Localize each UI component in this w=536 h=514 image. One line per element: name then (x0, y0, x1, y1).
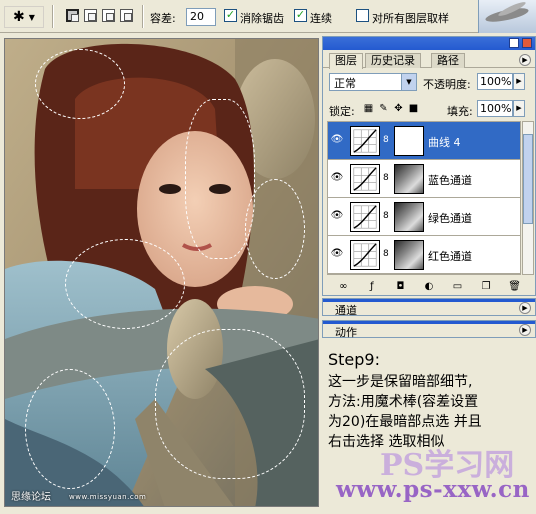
layer-mask-thumbnail[interactable] (394, 164, 424, 194)
magic-wand-icon: ✱ (13, 9, 25, 25)
palette-menu-icon[interactable]: ▶ (519, 54, 531, 66)
minimize-icon[interactable] (509, 38, 519, 48)
tolerance-label: 容差: (150, 12, 176, 25)
tolerance-input[interactable]: 20 (186, 8, 216, 26)
tab-layers[interactable]: 图层 (329, 53, 363, 69)
add-to-selection-mode-icon[interactable] (84, 9, 97, 22)
contiguous-label: 连续 (310, 12, 332, 25)
curves-adjustment-icon (350, 126, 380, 156)
layers-scrollbar[interactable] (522, 121, 534, 275)
forum-watermark: 思缘论坛 (11, 492, 51, 503)
eye-icon[interactable]: 👁 (330, 171, 344, 185)
palette-footer: ∞ ƒ ◘ ◐ ▭ ❐ 🗑 (323, 277, 535, 295)
palette-menu-icon[interactable]: ▶ (519, 324, 531, 336)
lock-pixels-icon[interactable]: ✎ (378, 103, 389, 114)
intersect-selection-mode-icon[interactable] (120, 9, 133, 22)
subtract-from-selection-mode-icon[interactable] (102, 9, 115, 22)
selection-outline (155, 329, 305, 479)
lock-all-icon[interactable]: ■ (408, 103, 419, 114)
eye-icon[interactable]: 👁 (330, 133, 344, 147)
curves-adjustment-icon (350, 202, 380, 232)
antialias-label: 消除锯齿 (240, 12, 284, 25)
fill-input[interactable]: 100% (477, 100, 513, 117)
sample-all-layers-checkbox[interactable] (356, 9, 369, 22)
blend-mode-select[interactable]: 正常 ▼ (329, 73, 417, 91)
fill-label: 填充: (447, 105, 473, 118)
opacity-label: 不透明度: (423, 78, 471, 91)
selection-outline (25, 369, 115, 489)
layer-row[interactable]: 👁 8 红色通道 (328, 236, 520, 274)
layer-name[interactable]: 红色通道 (428, 248, 472, 264)
add-mask-icon[interactable]: ◘ (393, 281, 407, 292)
layer-name[interactable]: 曲线 4 (428, 134, 461, 150)
instruction-text: Step9: 这一步是保留暗部细节, 方法:用魔术棒(容差设置 为20)在最暗部… (328, 350, 534, 452)
scrollbar-thumb[interactable] (523, 134, 533, 224)
contiguous-checkbox[interactable]: ✓ (294, 9, 307, 22)
lock-label: 锁定: (329, 105, 355, 118)
divider (142, 5, 144, 28)
tab-paths[interactable]: 路径 (431, 53, 465, 68)
new-adjustment-layer-icon[interactable]: ◐ (422, 281, 436, 292)
layer-row[interactable]: 👁 8 蓝色通道 (328, 160, 520, 198)
brush-preset-box[interactable] (478, 0, 536, 33)
layer-mask-thumbnail[interactable] (394, 126, 424, 156)
layer-row[interactable]: 👁 8 绿色通道 (328, 198, 520, 236)
link-layers-icon[interactable]: ∞ (336, 281, 350, 292)
chevron-down-icon: ▼ (401, 74, 416, 90)
instruction-line: 方法:用魔术棒(容差设置 (328, 394, 479, 410)
fill-arrow-icon[interactable]: ▶ (513, 100, 525, 117)
link-icon[interactable]: 8 (383, 135, 389, 145)
selection-outline (65, 239, 185, 329)
channels-palette[interactable]: 通道 ▶ (322, 298, 536, 318)
opacity-arrow-icon[interactable]: ▶ (513, 73, 525, 90)
step-title: Step9: (328, 350, 380, 369)
layer-row[interactable]: 👁 8 曲线 4 (328, 122, 520, 160)
actions-palette[interactable]: 动作 ▶ (322, 320, 536, 340)
new-layer-icon[interactable]: ❐ (479, 281, 493, 292)
layer-style-icon[interactable]: ƒ (365, 281, 379, 292)
layer-mask-thumbnail[interactable] (394, 240, 424, 270)
new-group-icon[interactable]: ▭ (451, 281, 465, 292)
url-watermark: www.missyuan.com (69, 493, 147, 501)
palette-menu-icon[interactable]: ▶ (519, 302, 531, 314)
curves-adjustment-icon (350, 164, 380, 194)
antialias-checkbox[interactable]: ✓ (224, 9, 237, 22)
magic-wand-tool-button[interactable]: ✱ ▼ (4, 6, 44, 28)
selection-outline (245, 179, 305, 279)
eye-icon[interactable]: 👁 (330, 209, 344, 223)
selection-outline (35, 49, 125, 119)
actions-title[interactable]: 动作 (335, 324, 357, 340)
link-icon[interactable]: 8 (383, 211, 389, 221)
layer-name[interactable]: 蓝色通道 (428, 172, 472, 188)
instruction-line: 为20)在最暗部点选 并且 (328, 414, 482, 430)
curves-adjustment-icon (350, 240, 380, 270)
instruction-line: 这一步是保留暗部细节, (328, 374, 473, 390)
tab-history[interactable]: 历史记录 (365, 53, 421, 68)
options-bar: ✱ ▼ 容差: 20 ✓ 消除锯齿 ✓ 连续 对所有图层取样 (0, 0, 536, 33)
chevron-down-icon: ▼ (28, 12, 35, 22)
sample-all-layers-label: 对所有图层取样 (372, 12, 449, 25)
trash-icon[interactable]: 🗑 (508, 281, 522, 292)
blend-mode-value: 正常 (334, 77, 356, 90)
link-icon[interactable]: 8 (383, 173, 389, 183)
channels-title[interactable]: 通道 (335, 302, 357, 318)
close-icon[interactable] (522, 38, 532, 48)
document-canvas[interactable]: 思缘论坛 www.missyuan.com (4, 38, 319, 507)
layers-list: 👁 8 曲线 4 👁 8 蓝色通道 👁 8 绿色通道 👁 8 红色通道 (327, 121, 521, 275)
layer-mask-thumbnail[interactable] (394, 202, 424, 232)
lock-position-icon[interactable]: ✥ (393, 103, 404, 114)
palette-tabs: 图层 历史记录 路径 ▶ (323, 51, 535, 69)
new-selection-mode-icon[interactable] (66, 9, 79, 22)
link-icon[interactable]: 8 (383, 249, 389, 259)
site-watermark: www.ps-xxw.cn (336, 476, 530, 503)
palette-titlebar[interactable] (323, 37, 535, 50)
layers-palette: 图层 历史记录 路径 ▶ 正常 ▼ 不透明度: 100% ▶ 锁定: ▦ ✎ ✥… (322, 36, 536, 296)
eye-icon[interactable]: 👁 (330, 247, 344, 261)
layer-name[interactable]: 绿色通道 (428, 210, 472, 226)
lock-transparency-icon[interactable]: ▦ (363, 103, 374, 114)
divider (52, 5, 54, 28)
opacity-input[interactable]: 100% (477, 73, 513, 90)
